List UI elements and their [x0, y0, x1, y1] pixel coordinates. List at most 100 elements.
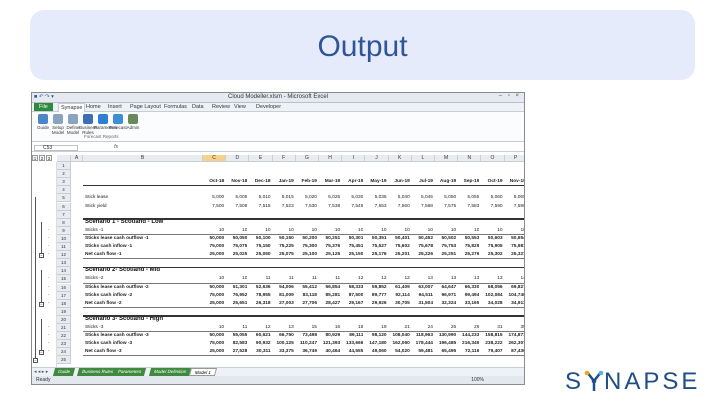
value-cell[interactable]: 178,444 — [412, 340, 433, 347]
row-header[interactable]: 21 — [57, 324, 71, 333]
value-cell[interactable]: 60,621 — [249, 332, 271, 339]
value-cell[interactable]: 10 — [273, 227, 293, 234]
value-cell[interactable]: 75,829 — [458, 243, 480, 250]
value-cell[interactable]: 81,009 — [273, 292, 294, 299]
value-cell[interactable]: 147,180 — [365, 340, 386, 347]
value-cell[interactable]: 11 — [226, 324, 247, 331]
value-cell[interactable]: 5,015 — [273, 194, 294, 201]
value-cell[interactable]: 13 — [481, 275, 502, 282]
value-cell[interactable]: 29 — [458, 324, 479, 331]
value-cell[interactable]: 65,495 — [435, 348, 457, 355]
value-cell[interactable]: 50,200 — [296, 235, 317, 242]
value-cell[interactable]: 13 — [458, 275, 479, 282]
value-cell[interactable]: 99,494 — [458, 292, 480, 299]
value-cell[interactable]: 54,006 — [273, 284, 294, 291]
corner-cell[interactable] — [57, 155, 71, 162]
value-cell[interactable]: 25,000 — [203, 251, 225, 258]
outline-collapse-button[interactable]: − — [33, 358, 38, 364]
sheet-tab-model-definition[interactable]: Model Definition — [148, 368, 192, 376]
tab-file[interactable]: File — [34, 103, 53, 111]
value-cell[interactable]: 10 — [226, 275, 247, 282]
value-cell[interactable]: 59,852 — [365, 284, 387, 291]
value-cell[interactable]: 10 — [481, 227, 502, 234]
tab-view[interactable]: View — [232, 104, 248, 110]
value-cell[interactable]: 30,311 — [249, 348, 270, 355]
value-cell[interactable]: 33,165 — [458, 300, 480, 307]
column-header-i[interactable]: I — [342, 155, 366, 162]
row-header[interactable]: 1 — [57, 162, 71, 171]
value-cell[interactable]: 27,706 — [296, 300, 317, 307]
row-header[interactable]: 7 — [57, 210, 71, 219]
value-cell[interactable]: 66,330 — [458, 284, 480, 291]
value-cell[interactable]: 10 — [203, 324, 224, 331]
value-cell[interactable]: 12 — [342, 275, 363, 282]
outline-level-buttons[interactable]: 123 — [32, 155, 56, 162]
value-cell[interactable]: 64,647 — [435, 284, 457, 291]
value-cell[interactable]: 50,553 — [458, 235, 480, 242]
zoom-level[interactable]: 100% — [471, 376, 484, 384]
value-cell[interactable]: 92,114 — [389, 292, 409, 299]
row-header[interactable]: 18 — [57, 299, 71, 308]
value-cell[interactable]: 104,740 — [505, 292, 524, 299]
value-cell[interactable]: 25,276 — [458, 251, 480, 258]
value-cell[interactable]: 7,515 — [249, 203, 271, 210]
value-cell[interactable]: 13 — [412, 275, 433, 282]
row-header[interactable]: 4 — [57, 186, 71, 195]
column-header-e[interactable]: E — [249, 155, 273, 162]
value-cell[interactable]: 24 — [412, 324, 433, 331]
value-cell[interactable]: 75,225 — [273, 243, 294, 250]
value-cell[interactable]: 133,666 — [342, 340, 363, 347]
value-cell[interactable]: 25,100 — [296, 251, 317, 258]
value-cell[interactable]: 5,040 — [389, 194, 410, 201]
value-cell[interactable]: 5,010 — [249, 194, 271, 201]
value-cell[interactable]: 121,393 — [319, 340, 340, 347]
value-cell[interactable]: 25,000 — [203, 348, 225, 355]
fx-icon[interactable]: fx — [114, 144, 118, 150]
sheet-tab-model-1[interactable]: Model 1 — [188, 368, 218, 376]
value-cell[interactable]: 7,538 — [319, 203, 340, 210]
value-cell[interactable]: 13 — [273, 324, 293, 331]
value-cell[interactable]: 10 — [319, 227, 340, 234]
outline-collapse-button[interactable]: − — [39, 350, 44, 356]
column-header-l[interactable]: L — [411, 155, 435, 162]
value-cell[interactable]: 50,502 — [435, 235, 457, 242]
value-cell[interactable]: 19 — [365, 324, 386, 331]
value-cell[interactable]: 40,464 — [319, 348, 341, 355]
sheet-tab-parameters[interactable]: Parameters — [112, 368, 147, 376]
value-cell[interactable]: 162,060 — [389, 340, 409, 347]
value-cell[interactable]: 10 — [203, 227, 224, 234]
value-cell[interactable]: 7,590 — [481, 203, 503, 210]
row-header[interactable]: 12 — [57, 251, 71, 260]
tab-data[interactable]: Data — [190, 104, 206, 110]
value-cell[interactable]: 68,056 — [481, 284, 503, 291]
value-cell[interactable]: 75,527 — [365, 243, 387, 250]
value-cell[interactable]: 63,007 — [412, 284, 433, 291]
value-cell[interactable]: 12 — [249, 324, 270, 331]
value-cell[interactable]: 13 — [435, 275, 456, 282]
value-cell[interactable]: 44,555 — [342, 348, 364, 355]
value-cell[interactable]: 75,000 — [203, 243, 225, 250]
value-cell[interactable]: 50,301 — [342, 235, 364, 242]
value-cell[interactable]: 7,598 — [505, 203, 524, 210]
value-cell[interactable]: 75,905 — [481, 243, 503, 250]
tab-page-layout[interactable]: Page Layout — [128, 104, 163, 110]
value-cell[interactable]: 69,827 — [505, 284, 524, 291]
value-cell[interactable]: 75,981 — [505, 243, 524, 250]
value-cell[interactable]: 262,307 — [505, 340, 524, 347]
outline-collapse-button[interactable]: − — [39, 301, 44, 307]
value-cell[interactable]: 5,045 — [412, 194, 433, 201]
value-cell[interactable]: 59,481 — [412, 348, 433, 355]
value-cell[interactable]: 7,560 — [389, 203, 410, 210]
window-controls[interactable]: – ▫ × — [499, 93, 521, 99]
value-cell[interactable]: 25,000 — [203, 300, 225, 307]
value-cell[interactable]: 36,749 — [296, 348, 317, 355]
value-cell[interactable]: 89,111 — [342, 332, 363, 339]
value-cell[interactable]: 29,167 — [342, 300, 364, 307]
column-header-o[interactable]: O — [481, 155, 505, 162]
column-header-k[interactable]: K — [388, 155, 412, 162]
value-cell[interactable]: 10 — [458, 227, 479, 234]
row-header[interactable]: 22 — [57, 332, 71, 341]
row-header[interactable]: 11 — [57, 243, 71, 252]
value-cell[interactable]: 7,575 — [435, 203, 456, 210]
row-header[interactable]: 14 — [57, 267, 71, 276]
